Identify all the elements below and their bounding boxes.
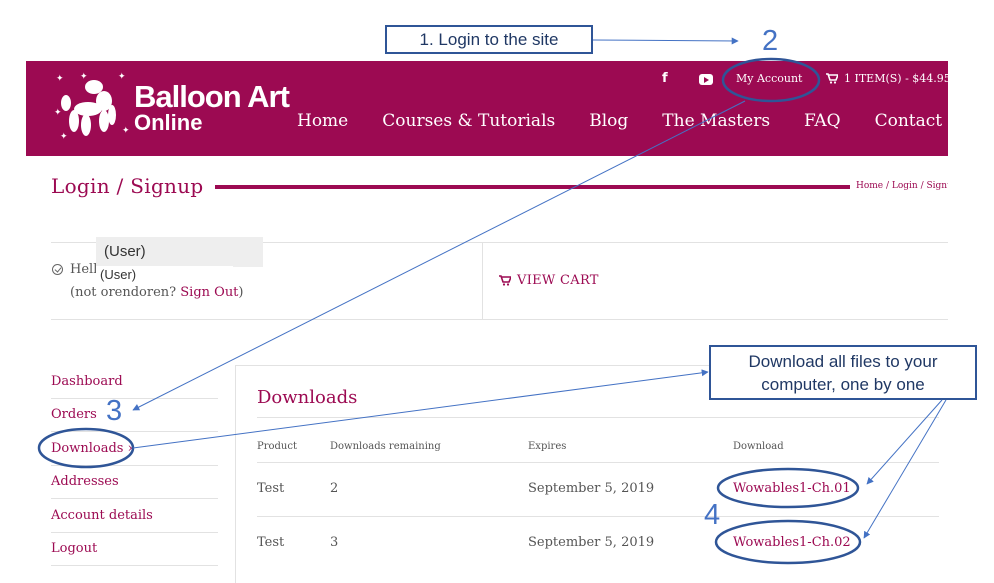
svg-text:✦: ✦ [54, 108, 62, 118]
download-note-callout: Download all files to your computer, one… [709, 345, 977, 400]
not-user-suffix: ) [238, 285, 244, 300]
breadcrumb[interactable]: Home / Login / Signup [856, 181, 948, 191]
download-link-ch02[interactable]: Wowables1-Ch.02 [733, 535, 851, 550]
sidebar-divider [51, 498, 218, 499]
header-cart-link[interactable]: 1 ITEM(S) - $44.95 [826, 72, 948, 85]
cell-product: Test [257, 481, 285, 496]
user-redaction-2: (User) [96, 266, 233, 285]
nav-masters[interactable]: The Masters [662, 111, 770, 131]
balloon-dog-logo-icon[interactable]: ✦ ✦ ✦ ✦ ✦ ✦ [52, 69, 132, 145]
nav-contact[interactable]: Contact [875, 111, 943, 131]
not-user-prefix: (not orendoren? [70, 285, 181, 300]
cart-icon [499, 275, 511, 286]
row-rule [257, 516, 939, 517]
nav-faq[interactable]: FAQ [804, 111, 841, 131]
sidebar-item-logout[interactable]: Logout [51, 541, 97, 556]
col-remaining: Downloads remaining [330, 441, 441, 452]
sidebar-divider [51, 431, 218, 432]
svg-text:✦: ✦ [118, 72, 126, 82]
not-user-line: (not orendoren? Sign Out) [70, 285, 244, 300]
sidebar-divider [51, 565, 218, 566]
cell-remaining: 2 [330, 481, 339, 496]
col-product: Product [257, 441, 297, 452]
panel-divider [482, 242, 483, 320]
col-expires: Expires [528, 441, 567, 452]
step1-callout: 1. Login to the site [385, 25, 593, 54]
panel-bottom-border [51, 319, 948, 320]
svg-text:✦: ✦ [60, 132, 68, 142]
youtube-icon[interactable] [699, 74, 713, 85]
sidebar-item-account-details[interactable]: Account details [51, 508, 153, 523]
title-rule [257, 417, 939, 418]
check-circle-icon [52, 264, 63, 275]
sidebar-divider [51, 398, 218, 399]
logo-wordmark[interactable]: Balloon Art Online [134, 79, 290, 135]
nav-courses[interactable]: Courses & Tutorials [382, 111, 555, 131]
view-cart-link[interactable]: VIEW CART [499, 273, 599, 288]
cell-remaining: 3 [330, 535, 339, 550]
view-cart-label: VIEW CART [517, 273, 599, 288]
sign-out-link[interactable]: Sign Out [180, 285, 238, 300]
sidebar-item-dashboard[interactable]: Dashboard [51, 374, 123, 389]
sidebar-item-orders[interactable]: Orders [51, 407, 97, 422]
title-divider [215, 185, 850, 189]
site-header: ✦ ✦ ✦ ✦ ✦ ✦ Balloon Art Online f My Account … [26, 61, 948, 156]
facebook-icon[interactable]: f [662, 71, 668, 86]
cart-summary: 1 ITEM(S) - $44.95 [844, 72, 948, 85]
sidebar-divider [51, 532, 218, 533]
cell-expires: September 5, 2019 [528, 481, 655, 496]
cell-product: Test [257, 535, 285, 550]
nav-home[interactable]: Home [297, 111, 348, 131]
header-rule [257, 462, 939, 463]
step2-number: 2 [762, 25, 779, 57]
svg-text:✦: ✦ [80, 72, 88, 82]
step3-number: 3 [106, 395, 123, 427]
cart-icon [826, 73, 838, 84]
sidebar-item-downloads[interactable]: Downloads › [51, 441, 133, 456]
download-link-ch01[interactable]: Wowables1-Ch.01 [733, 481, 851, 496]
user-redaction-1: (User) [96, 237, 263, 267]
main-nav: Home Courses & Tutorials Blog The Master… [297, 111, 948, 131]
svg-text:✦: ✦ [122, 126, 130, 136]
cell-expires: September 5, 2019 [528, 535, 655, 550]
col-download: Download [733, 441, 784, 452]
svg-text:✦: ✦ [56, 74, 64, 84]
logo-line2: Online [134, 110, 203, 135]
sidebar-divider [51, 465, 218, 466]
sidebar-item-addresses[interactable]: Addresses [51, 474, 119, 489]
nav-blog[interactable]: Blog [589, 111, 628, 131]
downloads-title: Downloads [257, 387, 358, 408]
my-account-link[interactable]: My Account [736, 72, 802, 85]
step4-number: 4 [704, 499, 721, 531]
logo-line1: Balloon Art [134, 79, 290, 114]
page-title: Login / Signup [51, 174, 204, 198]
